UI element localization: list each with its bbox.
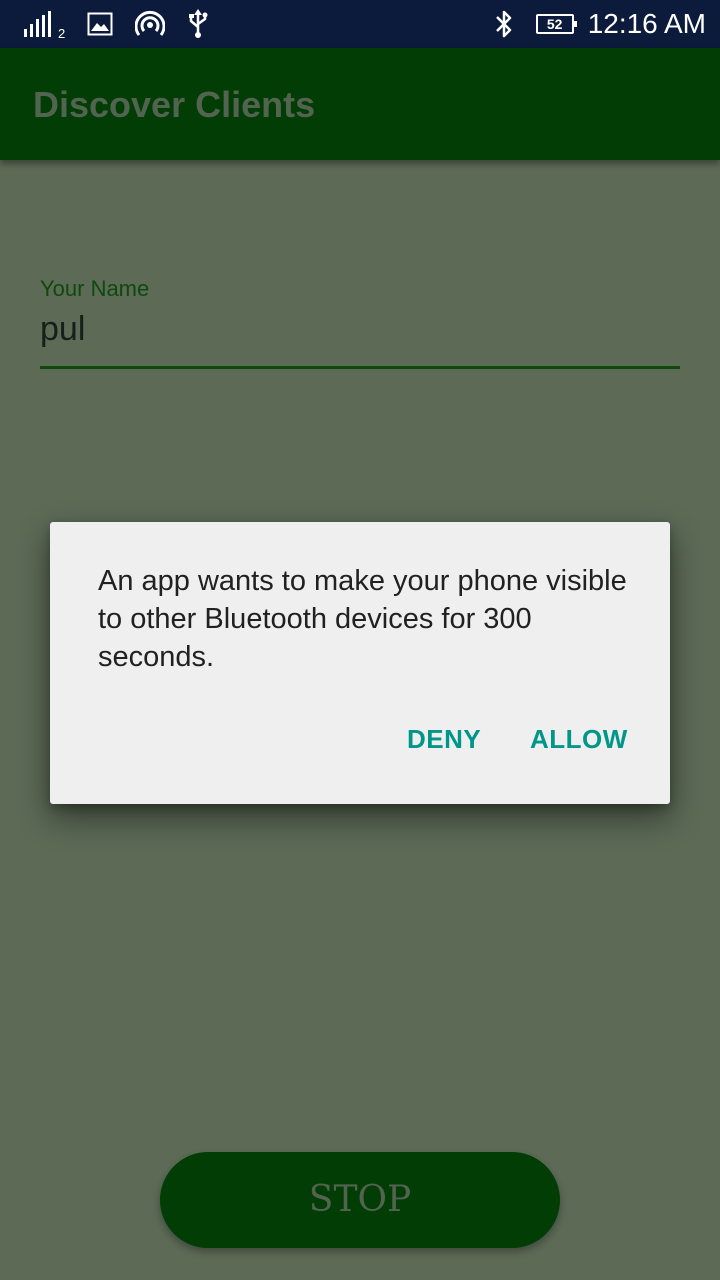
- sim-slot-number: 2: [58, 25, 66, 41]
- name-field-label: Your Name: [40, 276, 150, 301]
- deny-button[interactable]: DENY: [407, 724, 481, 755]
- bluetooth-icon: [494, 9, 514, 39]
- bluetooth-visibility-dialog: An app wants to make your phone visible …: [50, 522, 670, 804]
- status-bar-left: 2: [24, 8, 231, 41]
- name-input[interactable]: pul: [40, 310, 85, 349]
- hotspot-icon: [134, 10, 166, 38]
- usb-icon: [187, 9, 209, 39]
- status-bar-right: 52 12:16 AM: [494, 8, 706, 40]
- battery-icon: 52: [535, 14, 577, 34]
- image-icon: [87, 12, 113, 36]
- page-title: Discover Clients: [33, 84, 316, 125]
- app-bar: Discover Clients: [0, 48, 720, 160]
- stop-button[interactable]: STOP: [160, 1152, 560, 1248]
- signal-icon: [24, 11, 56, 37]
- status-bar: 2 52 12:16 AM: [0, 0, 720, 48]
- allow-button[interactable]: ALLOW: [530, 724, 628, 755]
- dialog-message: An app wants to make your phone visible …: [98, 565, 627, 673]
- name-input-underline: [40, 366, 680, 369]
- status-clock: 12:16 AM: [587, 8, 706, 39]
